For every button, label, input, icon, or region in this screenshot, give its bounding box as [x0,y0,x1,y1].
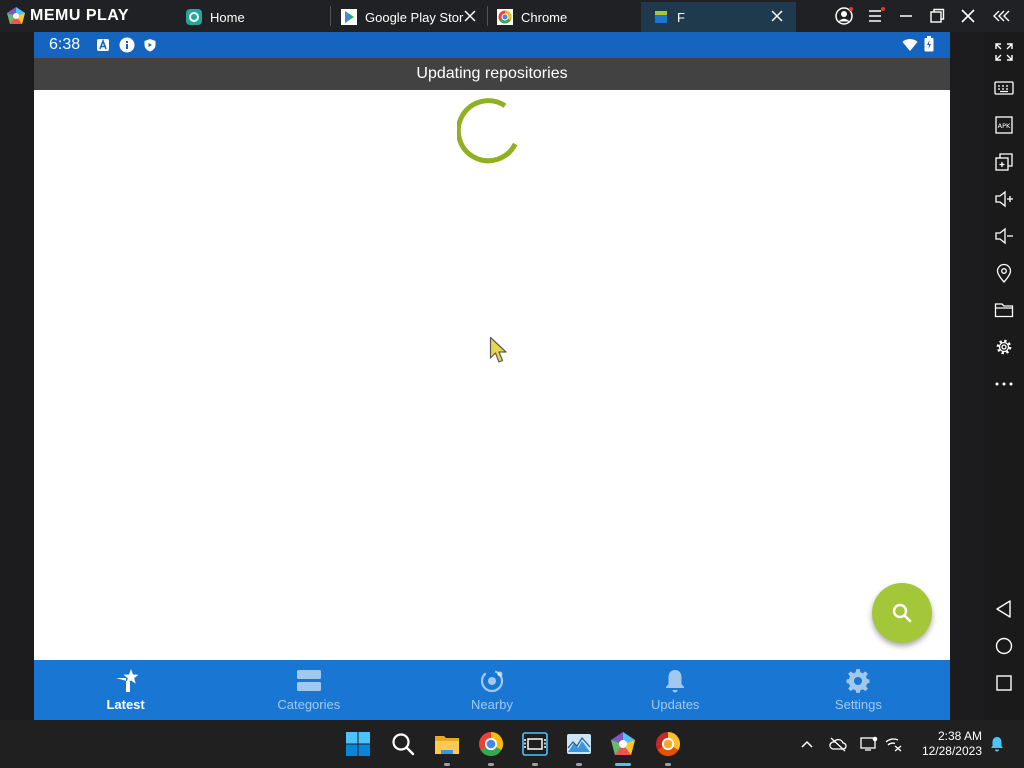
fdroid-icon [655,11,667,23]
chrome-canary-icon[interactable] [654,730,682,758]
tab-play-label: Google Play Stor [365,9,464,25]
emulator-title-bar: MEMU PLAY Home Google Play Stor Chrome F [0,0,1024,32]
close-tab-icon[interactable] [770,9,784,23]
tray-date: 12/28/2023 [921,744,982,758]
memu-brand-text: MEMU PLAY [30,7,130,24]
account-icon[interactable] [834,6,854,26]
svg-text:APK: APK [998,122,1011,130]
a-icon [97,38,109,51]
apk-icon[interactable]: APK [994,115,1014,135]
nav-categories[interactable]: Categories [217,660,400,720]
nav-categories-label: Categories [277,697,341,712]
home-icon [186,9,202,25]
back-icon[interactable] [994,599,1014,619]
home-circle-icon[interactable] [994,636,1014,656]
tab-fdroid[interactable]: F [641,2,796,32]
search-icon [892,603,912,623]
nav-nearby[interactable]: Nearby [400,660,583,720]
play-store-icon [341,9,357,25]
restore-icon[interactable] [927,6,947,26]
onedrive-offline-icon[interactable] [829,736,847,752]
location-icon[interactable] [994,263,1014,283]
wifi-icon [902,39,918,51]
close-tab-icon[interactable] [463,9,477,23]
bottom-navigation: Latest Categories Nearby Updates Setting… [34,660,950,720]
volume-up-icon[interactable] [994,189,1014,209]
nav-nearby-label: Nearby [471,697,513,712]
info-icon [119,37,135,53]
nav-settings-label: Settings [834,697,882,712]
nav-latest[interactable]: Latest [34,660,217,720]
nearby-icon [480,669,504,693]
battery-icon [924,36,934,52]
android-screen[interactable]: 6:38 Updating repositories Latest Catego… [34,32,950,720]
folder-icon[interactable] [994,300,1014,320]
video-editor-icon[interactable] [521,730,549,758]
search-icon[interactable] [389,730,417,758]
memu-logo: MEMU PLAY [6,6,129,26]
tab-google-play-store[interactable]: Google Play Stor [333,2,485,32]
tab-chrome[interactable]: Chrome [489,2,639,32]
nav-settings[interactable]: Settings [767,660,950,720]
display-icon[interactable] [860,736,878,752]
chrome-icon[interactable] [477,730,505,758]
more-icon[interactable] [994,374,1014,394]
shield-icon [144,39,156,52]
chrome-icon [497,9,513,25]
loading-spinner [457,98,518,164]
tab-chrome-label: Chrome [521,9,568,25]
tray-clock[interactable]: 2:38 AM 12/28/2023 [910,729,982,759]
collapse-sidebar-icon[interactable] [992,6,1012,26]
settings-icon[interactable] [994,337,1014,357]
nav-updates[interactable]: Updates [584,660,767,720]
multi-window-icon[interactable] [994,152,1014,172]
search-fab[interactable] [872,583,932,643]
windows-taskbar: 2:38 AM 12/28/2023 [0,720,1024,768]
nav-updates-label: Updates [651,697,700,712]
tab-fdroid-label: F [677,9,685,25]
status-clock: 6:38 [49,36,81,53]
menu-icon[interactable] [866,6,886,26]
gear-icon [846,669,870,693]
keyboard-icon[interactable] [994,78,1014,98]
memu-icon[interactable] [609,730,637,758]
chevron-up-icon[interactable] [798,736,816,752]
memu-logo-icon [7,7,25,24]
nav-latest-label: Latest [106,697,145,712]
notification-bell-icon[interactable] [988,736,1006,752]
android-status-bar: 6:38 [34,32,950,58]
tab-home-label: Home [210,9,245,25]
recents-icon[interactable] [994,673,1014,693]
bell-icon [666,670,685,693]
categories-icon [296,670,321,691]
mouse-cursor-icon [489,336,507,363]
network-muted-icon[interactable] [885,736,903,752]
file-explorer-icon[interactable] [433,730,461,758]
minimize-icon[interactable] [896,6,916,26]
fullscreen-icon[interactable] [994,42,1014,62]
star-tag-icon [115,669,139,692]
tab-home[interactable]: Home [178,2,328,32]
left-gutter [0,32,34,720]
volume-down-icon[interactable] [994,226,1014,246]
emulator-tool-sidebar: APK [984,32,1024,720]
app-bar-title: Updating repositories [34,58,950,90]
close-window-icon[interactable] [958,6,978,26]
photos-icon[interactable] [565,730,593,758]
windows-start-icon[interactable] [344,730,372,758]
tray-time: 2:38 AM [937,729,982,743]
